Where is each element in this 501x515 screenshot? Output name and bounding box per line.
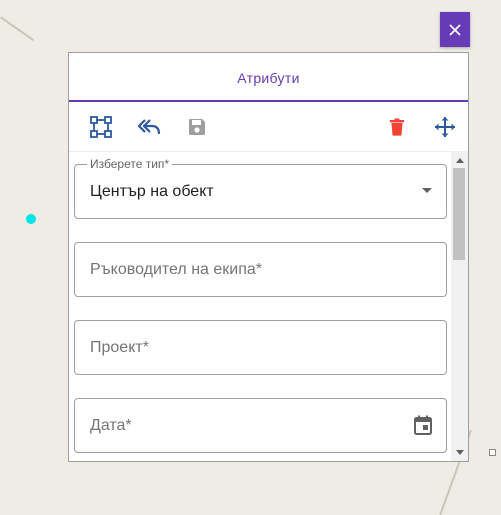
attributes-panel: Атрибути Изберете тип* Център на обект Р… — [68, 52, 469, 462]
date-placeholder: Дата* — [90, 416, 132, 434]
dropdown-arrow-icon — [422, 188, 432, 193]
edit-geometry-button[interactable] — [89, 115, 113, 139]
calendar-button[interactable] — [414, 415, 432, 440]
attributes-form: Изберете тип* Център на обект Ръководите… — [74, 157, 447, 461]
tab-attributes-label: Атрибути — [237, 69, 300, 86]
scroll-up-arrow-icon[interactable] — [451, 153, 468, 167]
project-field[interactable]: Проект* — [74, 320, 447, 375]
toolbar — [69, 102, 468, 152]
save-icon — [189, 119, 205, 135]
scrollbar-thumb[interactable] — [453, 168, 465, 260]
team-lead-field[interactable]: Ръководител на екипа* — [74, 242, 447, 297]
tab-attributes[interactable]: Атрибути — [69, 53, 468, 102]
undo-icon — [137, 119, 161, 135]
team-lead-placeholder: Ръководител на екипа* — [90, 260, 262, 278]
undo-button[interactable] — [137, 115, 161, 139]
project-placeholder: Проект* — [90, 338, 149, 356]
type-select[interactable]: Изберете тип* Център на обект — [74, 157, 447, 219]
edit-geometry-icon — [90, 116, 112, 138]
map-road-line — [0, 16, 34, 41]
delete-button[interactable] — [385, 115, 409, 139]
close-button[interactable] — [440, 12, 470, 47]
close-icon — [449, 23, 461, 36]
date-field[interactable]: Дата* — [74, 398, 447, 453]
type-select-value: Център на обект — [90, 182, 214, 200]
save-button[interactable] — [185, 115, 209, 139]
type-select-legend: Изберете тип* — [87, 157, 173, 171]
scrollbar[interactable] — [451, 151, 468, 461]
scroll-down-arrow-icon[interactable] — [451, 445, 468, 459]
map-point-marker[interactable] — [26, 214, 36, 224]
form-scroll-area[interactable]: Изберете тип* Център на обект Ръководите… — [69, 151, 468, 461]
map-vertex-handle[interactable] — [489, 449, 496, 456]
calendar-icon — [414, 415, 432, 435]
move-button[interactable] — [433, 115, 457, 139]
move-icon — [435, 117, 455, 137]
delete-icon — [390, 118, 404, 136]
